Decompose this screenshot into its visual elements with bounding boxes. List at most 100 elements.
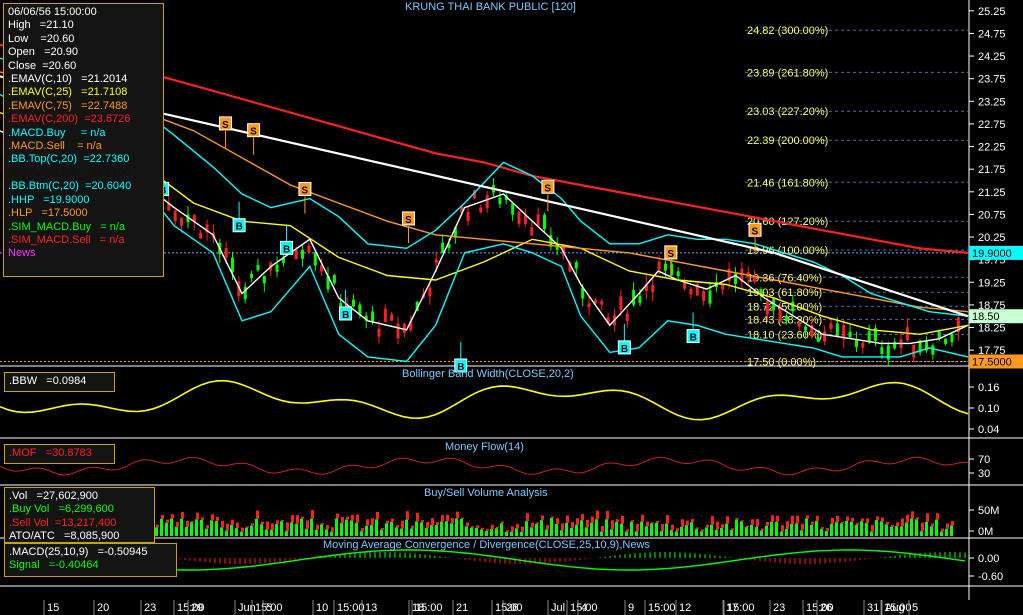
sell-volume-bar xyxy=(241,527,244,532)
sell-signal: S xyxy=(401,211,415,243)
signal-label: B xyxy=(690,333,697,344)
buy-volume-bar xyxy=(745,527,748,536)
buy-volume-bar xyxy=(570,527,573,536)
sell-volume-bar xyxy=(456,511,459,519)
candle-body xyxy=(262,275,266,284)
buy-volume-bar xyxy=(515,528,518,536)
buy-volume-bar xyxy=(230,524,233,536)
info-line: .HLP =17.5000 xyxy=(8,207,88,220)
buy-volume-bar xyxy=(435,525,438,536)
sell-volume-bar xyxy=(706,524,709,528)
sell-volume-bar xyxy=(451,518,454,524)
sell-volume-bar xyxy=(636,524,639,532)
buy-volume-bar xyxy=(200,519,203,536)
buy-volume-bar xyxy=(930,526,933,536)
x-tick-label: Aug xyxy=(885,602,905,614)
y-tick-label: 21.75 xyxy=(978,164,1006,176)
buy-volume-bar xyxy=(440,521,443,536)
candle-body xyxy=(702,290,706,301)
buy-volume-bar xyxy=(595,519,598,536)
x-tick-label: 5 xyxy=(912,602,918,614)
buy-volume-bar xyxy=(700,531,703,536)
buy-volume-bar xyxy=(210,520,213,536)
sell-volume-bar xyxy=(561,523,564,531)
sell-volume-bar xyxy=(311,510,314,519)
buy-volume-bar xyxy=(365,525,368,536)
buy-volume-bar xyxy=(525,521,528,536)
info-line: .MACD.Sell = n/a xyxy=(8,140,102,153)
sell-signal: S xyxy=(298,182,312,214)
signal-label: S xyxy=(222,120,229,131)
sell-volume-bar xyxy=(921,522,924,532)
buy-volume-bar xyxy=(505,531,508,536)
buy-volume-bar xyxy=(910,518,913,536)
buy-volume-bar xyxy=(885,524,888,536)
buy-volume-bar xyxy=(870,531,873,536)
sell-volume-bar xyxy=(711,516,714,525)
buy-volume-bar xyxy=(250,525,253,536)
signal-label: B xyxy=(342,310,349,321)
buy-volume-bar xyxy=(825,530,828,536)
candle-body xyxy=(676,271,680,277)
signal-label: S xyxy=(250,127,257,138)
buy-volume-bar xyxy=(335,518,338,536)
sell-volume-bar xyxy=(371,518,374,525)
buy-volume-bar xyxy=(465,526,468,536)
buy-volume-bar xyxy=(235,528,238,536)
sell-volume-bar xyxy=(506,530,509,532)
buy-volume-bar xyxy=(160,518,163,536)
candle-body xyxy=(708,290,712,304)
buy-volume-bar xyxy=(775,521,778,536)
info-line: High =21.10 xyxy=(8,19,74,32)
sell-volume-bar xyxy=(286,522,289,532)
buy-volume-bar xyxy=(625,531,628,536)
sell-volume-bar xyxy=(726,516,729,524)
sell-volume-bar xyxy=(746,525,749,528)
buy-volume-bar xyxy=(475,527,478,536)
sell-volume-bar xyxy=(391,518,394,522)
x-tick-label: 12 xyxy=(679,602,691,614)
buy-volume-bar xyxy=(630,521,633,536)
sell-volume-bar xyxy=(891,524,894,527)
candle-body xyxy=(600,300,604,305)
sell-volume-bar xyxy=(186,520,189,527)
buy-volume-bar xyxy=(705,527,708,536)
sell-volume-bar xyxy=(481,527,484,530)
sell-volume-bar xyxy=(911,511,914,519)
info-line: .EMAV(C,25) =21.7108 xyxy=(8,86,128,99)
buy-volume-bar xyxy=(680,526,683,536)
buy-volume-bar xyxy=(420,522,423,536)
sell-volume-bar xyxy=(276,520,279,525)
sell-volume-bar xyxy=(796,515,799,524)
macd-readout-box: .MACD(25,10,9) =-0.50945 Signal =-0.4046… xyxy=(4,543,177,577)
sell-volume-bar xyxy=(191,521,194,523)
y-tick-label: 20.75 xyxy=(978,209,1006,221)
buy-volume-bar xyxy=(470,527,473,536)
sell-volume-bar xyxy=(776,515,779,522)
price-tag-label: 19.9000 xyxy=(972,248,1012,260)
candle-body xyxy=(778,308,782,322)
buy-volume-bar xyxy=(790,524,793,536)
sell-volume-bar xyxy=(261,521,264,525)
sell-volume-bar xyxy=(741,520,744,522)
sell-volume-bar xyxy=(601,526,604,532)
buy-volume-bar xyxy=(510,531,513,536)
buy-volume-bar xyxy=(545,529,548,536)
fib-level-label: 23.03 (227.20%) xyxy=(747,106,828,118)
buy-volume-bar xyxy=(830,523,833,536)
buy-volume-bar xyxy=(895,526,898,536)
sell-volume-bar xyxy=(691,518,694,523)
buy-volume-bar xyxy=(850,521,853,536)
buy-volume-bar xyxy=(555,524,558,536)
y-tick-label: 23.75 xyxy=(978,74,1006,86)
buy-volume-bar xyxy=(715,529,718,536)
candle-body xyxy=(854,339,858,347)
candle-body xyxy=(313,252,317,266)
sell-volume-bar xyxy=(436,522,439,526)
buy-volume-bar xyxy=(590,522,593,536)
candle-body xyxy=(816,337,820,342)
sell-volume-bar xyxy=(301,516,304,519)
vol-title: Buy/Sell Volume Analysis xyxy=(424,487,548,499)
sell-volume-bar xyxy=(206,525,209,529)
sell-volume-bar xyxy=(861,518,864,522)
